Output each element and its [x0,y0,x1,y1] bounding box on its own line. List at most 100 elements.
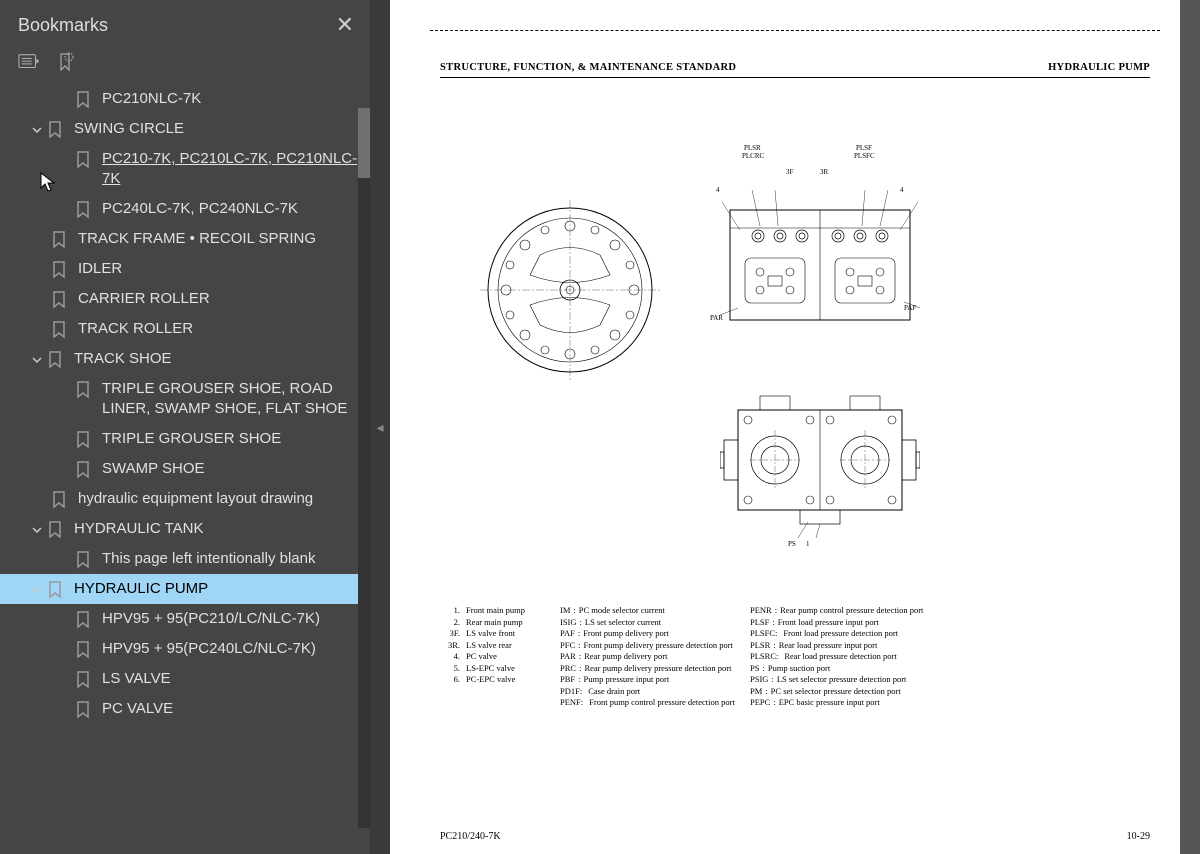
bookmark-label: PC210-7K, PC210LC-7K, PC210NLC-7K [102,149,360,189]
bookmark-icon [48,121,66,139]
bookmark-icon [76,431,94,449]
legend-row: PLSR : Rear load pressure input port [750,640,1000,652]
document-area[interactable]: STRUCTURE, FUNCTION, & MAINTENANCE STAND… [390,0,1200,854]
bookmark-icon [76,91,94,109]
legend-col-2: IM : PC mode selector currentISIG : LS s… [560,605,750,709]
page-top-rule [430,30,1160,31]
legend-row: PENF: Front pump control pressure detect… [560,697,750,709]
legend: 1. Front main pump2. Rear main pump3F. L… [440,605,1150,709]
bookmark-node[interactable]: HYDRAULIC TANK [0,514,364,544]
label-3f: 3F [786,168,793,176]
bookmark-node[interactable]: HPV95 + 95(PC240LC/NLC-7K) [0,634,364,664]
legend-row: PS : Pump suction port [750,663,1000,675]
expand-caret-icon[interactable] [28,121,46,139]
label-plsr: PLSR [744,144,761,152]
bookmark-icon [48,521,66,539]
bookmark-label: HPV95 + 95(PC240LC/NLC-7K) [102,639,360,659]
bookmark-node[interactable]: PC210NLC-7K [0,84,364,114]
bookmark-node[interactable]: PC VALVE [0,694,364,724]
scrollbar-thumb[interactable] [358,108,370,178]
bookmark-label: HPV95 + 95(PC210/LC/NLC-7K) [102,609,360,629]
footer-right: 10-29 [1127,831,1150,842]
options-icon[interactable] [18,52,40,74]
legend-row: PRC : Rear pump delivery pressure detect… [560,663,750,675]
bookmark-node[interactable]: SWAMP SHOE [0,454,364,484]
page-header-right: HYDRAULIC PUMP [1048,62,1150,73]
bookmark-tree[interactable]: PC210NLC-7K SWING CIRCLE PC210-7K, PC210LC… [0,84,370,854]
legend-row: 5. LS-EPC valve [440,663,560,675]
expand-caret-icon[interactable] [28,351,46,369]
label-plcrc: PLCRC [742,152,764,160]
bookmark-label: PC240LC-7K, PC240NLC-7K [102,199,360,219]
bookmark-label: HYDRAULIC PUMP [74,579,360,599]
bookmark-icon [52,291,70,309]
bookmark-node[interactable]: This page left intentionally blank [0,544,364,574]
legend-row: PAR : Rear pump delivery port [560,651,750,663]
bookmark-node[interactable]: SWING CIRCLE [0,114,364,144]
legend-row: PENR : Rear pump control pressure detect… [750,605,1000,617]
expand-caret-icon[interactable] [28,521,46,539]
panel-gutter[interactable]: ◂ [370,0,390,854]
technical-drawings: PLSR PLCRC PLSF PLSFC 3F 3R 4 4 PAR PAF … [490,140,1140,570]
collapse-caret-icon[interactable]: ◂ [376,419,383,436]
bookmark-label: This page left intentionally blank [102,549,360,569]
bookmark-icon [76,201,94,219]
bookmark-icon [76,381,94,399]
bookmark-label: TRACK FRAME • RECOIL SPRING [78,229,360,249]
bookmark-icon [76,701,94,719]
bookmark-label: LS VALVE [102,669,360,689]
bookmark-node[interactable]: TRIPLE GROUSER SHOE [0,424,364,454]
bookmark-icon [52,491,70,509]
bookmark-icon [48,581,66,599]
bookmark-node[interactable]: LS VALVE [0,664,364,694]
bookmark-node[interactable]: HPV95 + 95(PC210/LC/NLC-7K) [0,604,364,634]
sidebar-header: Bookmarks ✕ [0,0,370,46]
bookmark-label: CARRIER ROLLER [78,289,360,309]
legend-col-3: PENR : Rear pump control pressure detect… [750,605,1000,709]
label-3r: 3R [820,168,828,176]
legend-row: PD1F: Case drain port [560,686,750,698]
bookmark-label: TRACK ROLLER [78,319,360,339]
legend-row: IM : PC mode selector current [560,605,750,617]
bookmark-node[interactable]: TRIPLE GROUSER SHOE, ROAD LINER, SWAMP S… [0,374,364,424]
scrollbar-track[interactable] [358,108,370,828]
legend-row: PM : PC set selector pressure detection … [750,686,1000,698]
legend-row: PAF : Front pump delivery port [560,628,750,640]
bookmark-node[interactable]: PC240LC-7K, PC240NLC-7K [0,194,364,224]
pdf-page: STRUCTURE, FUNCTION, & MAINTENANCE STAND… [390,0,1180,854]
bookmark-node[interactable]: TRACK FRAME • RECOIL SPRING [0,224,364,254]
bookmark-ribbon-icon[interactable] [54,52,76,74]
bookmark-node[interactable]: HYDRAULIC PUMP [0,574,364,604]
footer-left: PC210/240-7K [440,831,501,842]
bookmark-node[interactable]: TRACK ROLLER [0,314,364,344]
legend-row: 3R. LS valve rear [440,640,560,652]
bookmark-node[interactable]: PC210-7K, PC210LC-7K, PC210NLC-7K [0,144,364,194]
page-header: STRUCTURE, FUNCTION, & MAINTENANCE STAND… [440,62,1150,78]
bookmark-node[interactable]: TRACK SHOE [0,344,364,374]
close-icon[interactable]: ✕ [336,12,354,38]
legend-row: 2. Rear main pump [440,617,560,629]
bookmark-icon [52,261,70,279]
page-footer: PC210/240-7K 10-29 [440,831,1150,842]
bookmark-label: TRACK SHOE [74,349,360,369]
drawing-side-view [720,390,920,540]
bookmark-label: SWAMP SHOE [102,459,360,479]
bookmark-label: PC210NLC-7K [102,89,360,109]
bookmark-node[interactable]: CARRIER ROLLER [0,284,364,314]
legend-row: PSIG : LS set selector pressure detectio… [750,674,1000,686]
legend-col-1: 1. Front main pump2. Rear main pump3F. L… [440,605,560,709]
bookmark-node[interactable]: hydraulic equipment layout drawing [0,484,364,514]
bookmark-label: hydraulic equipment layout drawing [78,489,360,509]
bookmark-label: PC VALVE [102,699,360,719]
bookmark-icon [52,321,70,339]
legend-row: PEPC : EPC basic pressure input port [750,697,1000,709]
page-header-left: STRUCTURE, FUNCTION, & MAINTENANCE STAND… [440,62,736,73]
legend-row: PLSF : Front load pressure input port [750,617,1000,629]
bookmark-label: IDLER [78,259,360,279]
bookmark-icon [76,671,94,689]
bookmark-icon [52,231,70,249]
bookmark-label: TRIPLE GROUSER SHOE, ROAD LINER, SWAMP S… [102,379,360,419]
expand-caret-icon[interactable] [28,581,46,599]
sidebar-title: Bookmarks [18,15,108,36]
bookmark-node[interactable]: IDLER [0,254,364,284]
